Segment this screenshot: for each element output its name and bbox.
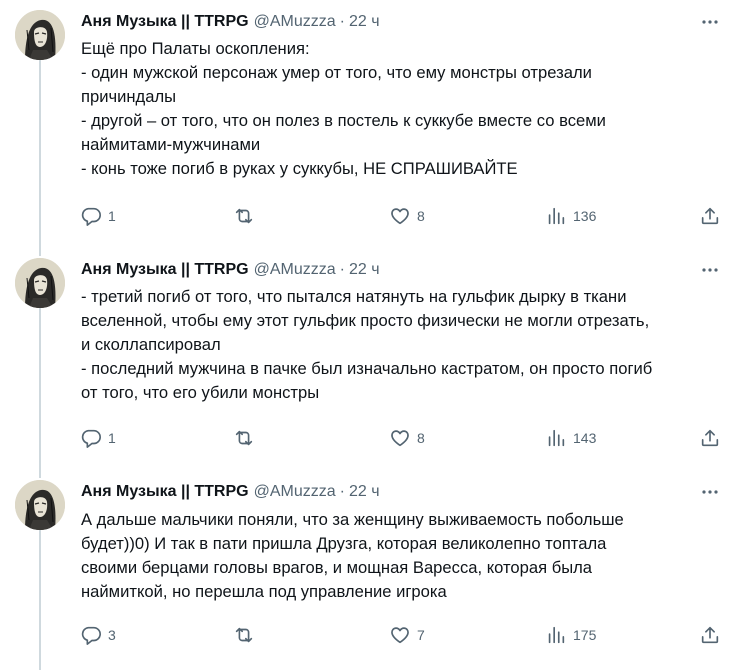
tweet-header: Аня Музыка || TTRPG @AMuzzza · 22 ч	[81, 481, 380, 503]
avatar[interactable]	[15, 480, 65, 530]
tweet-text-line: вселенной, чтобы ему этот гульфик просто…	[81, 311, 650, 330]
separator-dot: ·	[339, 483, 345, 500]
heart-icon	[389, 624, 411, 646]
views-button[interactable]: 175	[545, 624, 596, 646]
views-count: 136	[573, 208, 597, 224]
tweet-text-line: - третий погиб от того, что пытался натя…	[81, 287, 627, 306]
tweet-time[interactable]: 22 ч	[349, 483, 380, 501]
tweet-header: Аня Музыка || TTRPG @AMuzzza · 22 ч	[81, 11, 380, 33]
views-count: 143	[573, 430, 597, 446]
tweet-text-line: - другой – от того, что он полез в посте…	[81, 111, 606, 130]
author-handle[interactable]: @AMuzzza	[254, 261, 336, 279]
like-button[interactable]: 8	[389, 427, 425, 449]
tweet-text: А дальше мальчики поняли, что за женщину…	[81, 508, 721, 604]
tweet-text-line: и сколлапсировал	[81, 335, 221, 354]
like-count: 7	[417, 627, 425, 643]
views-icon	[545, 624, 567, 646]
heart-icon	[389, 205, 411, 227]
tweet-text-line: А дальше мальчики поняли, что за женщину…	[81, 510, 624, 529]
tweet-time[interactable]: 22 ч	[349, 261, 380, 279]
tweet[interactable]: Аня Музыка || TTRPG @AMuzzza · 22 ч - тр…	[0, 248, 737, 468]
like-button[interactable]: 7	[389, 624, 425, 646]
tweet-text-line: от того, что его убили монстры	[81, 383, 320, 402]
reply-count: 3	[108, 627, 116, 643]
tweet-text-line: Ещё про Палаты оскопления:	[81, 39, 310, 58]
share-icon	[699, 624, 721, 646]
heart-icon	[389, 427, 411, 449]
more-dots-icon[interactable]	[699, 481, 721, 503]
share-button[interactable]	[699, 205, 721, 227]
reply-icon	[80, 205, 102, 227]
tweet-actions: 1 8 136	[80, 205, 725, 227]
reply-icon	[80, 624, 102, 646]
views-count: 175	[573, 627, 597, 643]
reply-count: 1	[108, 208, 116, 224]
reply-icon	[80, 427, 102, 449]
tweet-text-line: - один мужской персонаж умер от того, чт…	[81, 63, 592, 82]
retweet-button[interactable]	[233, 624, 261, 646]
like-button[interactable]: 8	[389, 205, 425, 227]
author-handle[interactable]: @AMuzzza	[254, 483, 336, 501]
more-dots-icon[interactable]	[699, 11, 721, 33]
reply-button[interactable]: 3	[80, 624, 116, 646]
tweet-text-line: будет))0) И так в пати пришла Друзга, ко…	[81, 534, 607, 553]
retweet-icon	[233, 427, 255, 449]
separator-dot: ·	[339, 13, 345, 30]
views-button[interactable]: 136	[545, 205, 596, 227]
retweet-button[interactable]	[233, 205, 261, 227]
share-button[interactable]	[699, 427, 721, 449]
more-dots-icon[interactable]	[699, 259, 721, 281]
tweet-text-line: наймиткой, но перешла под управление игр…	[81, 582, 447, 601]
views-icon	[545, 205, 567, 227]
tweet-text-line: - конь тоже погиб в руках у суккубы, НЕ …	[81, 159, 518, 178]
author-name[interactable]: Аня Музыка || TTRPG	[81, 261, 249, 279]
retweet-button[interactable]	[233, 427, 261, 449]
tweet-header: Аня Музыка || TTRPG @AMuzzza · 22 ч	[81, 259, 380, 281]
tweet-text: - третий погиб от того, что пытался натя…	[81, 285, 721, 405]
avatar[interactable]	[15, 10, 65, 60]
tweet[interactable]: Аня Музыка || TTRPG @AMuzzza · 22 ч Ещё …	[0, 0, 737, 240]
tweet-time[interactable]: 22 ч	[349, 13, 380, 31]
share-button[interactable]	[699, 624, 721, 646]
views-button[interactable]: 143	[545, 427, 596, 449]
author-name[interactable]: Аня Музыка || TTRPG	[81, 483, 249, 501]
views-icon	[545, 427, 567, 449]
share-icon	[699, 427, 721, 449]
avatar[interactable]	[15, 258, 65, 308]
like-count: 8	[417, 208, 425, 224]
tweet-text: Ещё про Палаты оскопления: - один мужско…	[81, 37, 721, 181]
retweet-icon	[233, 624, 255, 646]
tweet-text-line: причиндалы	[81, 87, 177, 106]
tweet-text-line: - последний мужчина в пачке был изначаль…	[81, 359, 653, 378]
like-count: 8	[417, 430, 425, 446]
reply-button[interactable]: 1	[80, 427, 116, 449]
author-name[interactable]: Аня Музыка || TTRPG	[81, 13, 249, 31]
retweet-icon	[233, 205, 255, 227]
reply-button[interactable]: 1	[80, 205, 116, 227]
tweet-text-line: своими берцами головы врагов, и мощная В…	[81, 558, 593, 577]
tweet-actions: 1 8 143	[80, 427, 725, 449]
author-handle[interactable]: @AMuzzza	[254, 13, 336, 31]
share-icon	[699, 205, 721, 227]
tweet[interactable]: Аня Музыка || TTRPG @AMuzzza · 22 ч А да…	[0, 470, 737, 670]
reply-count: 1	[108, 430, 116, 446]
separator-dot: ·	[339, 261, 345, 278]
tweet-actions: 3 7 175	[80, 624, 725, 646]
tweet-text-line: наймитами-мужчинами	[81, 135, 261, 154]
